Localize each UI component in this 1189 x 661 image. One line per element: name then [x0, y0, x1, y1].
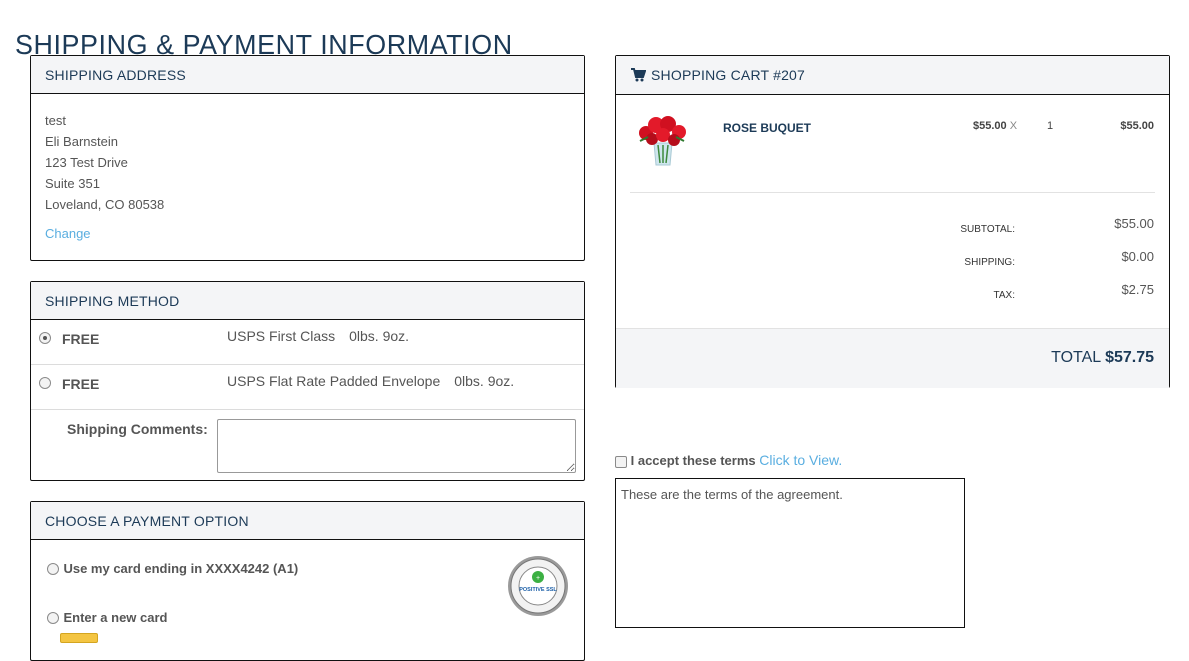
total-label: TOTAL: [1051, 349, 1101, 366]
payment-heading: CHOOSE A PAYMENT OPTION: [31, 502, 584, 540]
shipping-radio-first-class[interactable]: [39, 332, 51, 344]
cart-item-price: $55.00 X: [973, 120, 1017, 132]
cart-item-total: $55.00: [1120, 120, 1154, 132]
shipping-label: SHIPPING:: [964, 257, 1015, 268]
shipping-weight: 0lbs. 9oz.: [349, 328, 410, 344]
shipping-option-price: FREE: [62, 376, 100, 392]
address-line: test: [45, 113, 66, 128]
address-line: Suite 351: [45, 176, 100, 191]
tax-label: TAX:: [993, 290, 1015, 301]
payment-radio-saved-card[interactable]: [47, 562, 59, 575]
shipping-option-first-class[interactable]: FREE USPS First Class 0lbs. 9oz.: [31, 320, 584, 365]
payment-option-new-card[interactable]: Enter a new card: [47, 609, 168, 627]
payment-option-label: Enter a new card: [63, 610, 168, 625]
cart-icon: [631, 68, 646, 82]
shipping-option-price: FREE: [62, 331, 100, 347]
shipping-value: $0.00: [1121, 249, 1154, 264]
shipping-option-desc: USPS Flat Rate Padded Envelope 0lbs. 9oz.: [227, 373, 514, 389]
cart-item-qty: 1: [1047, 120, 1054, 132]
shopping-cart-heading: SHOPPING CART #207: [616, 56, 1169, 95]
change-address-link[interactable]: Change: [45, 226, 91, 241]
shipping-method-panel: SHIPPING METHOD FREE USPS First Class 0lb…: [30, 281, 585, 481]
accept-terms-checkbox[interactable]: [615, 455, 627, 468]
cart-title: SHOPPING CART #207: [651, 67, 806, 83]
accept-terms-row: I accept these terms Click to View.: [615, 452, 842, 468]
shipping-radio-padded-envelope[interactable]: [39, 377, 51, 389]
shipping-comments-row: Shipping Comments:: [31, 410, 584, 480]
view-terms-link[interactable]: Click to View.: [759, 452, 842, 468]
shipping-comments-input[interactable]: [217, 419, 576, 473]
positive-ssl-seal-icon: + POSITIVE SSL: [508, 556, 568, 616]
shipping-method-heading: SHIPPING METHOD: [31, 282, 584, 320]
address-block: test Eli Barnstein 123 Test Drive Suite …: [45, 110, 164, 215]
address-line: 123 Test Drive: [45, 155, 128, 170]
shipping-address-heading: SHIPPING ADDRESS: [31, 56, 584, 94]
accept-terms-label: I accept these terms: [630, 453, 756, 468]
rose-bouquet-image: [639, 116, 686, 166]
subtotal-label: SUBTOTAL:: [960, 224, 1015, 235]
cart-item: ROSE BUQUET $55.00 X 1 $55.00: [630, 95, 1155, 193]
subtotal-value: $55.00: [1114, 216, 1154, 231]
address-line: Eli Barnstein: [45, 134, 118, 149]
payment-radio-new-card[interactable]: [47, 611, 59, 624]
shopping-cart-panel: SHOPPING CART #207 ROSE BUQUET $55.00 X …: [615, 55, 1170, 388]
total-value: $57.75: [1105, 349, 1154, 366]
shipping-option-desc: USPS First Class 0lbs. 9oz.: [227, 328, 409, 344]
cart-item-times: X: [1009, 120, 1018, 132]
seal-text: POSITIVE SSL: [519, 587, 557, 593]
cart-total-row: TOTAL $57.75: [616, 328, 1169, 388]
shipping-option-padded-envelope[interactable]: FREE USPS Flat Rate Padded Envelope 0lbs.…: [31, 365, 584, 410]
terms-text-box[interactable]: These are the terms of the agreement.: [615, 478, 965, 628]
svg-text:+: +: [536, 575, 540, 582]
cart-item-unit-price: $55.00: [973, 120, 1007, 132]
tax-value: $2.75: [1121, 282, 1154, 297]
total-label-and-value: TOTAL $57.75: [1051, 349, 1154, 367]
shipping-comments-label: Shipping Comments:: [67, 421, 208, 437]
shipping-service: USPS Flat Rate Padded Envelope: [227, 373, 441, 389]
shipping-weight: 0lbs. 9oz.: [454, 373, 515, 389]
card-icon: [60, 633, 98, 643]
shipping-service: USPS First Class: [227, 328, 336, 344]
payment-option-saved-card[interactable]: Use my card ending in XXXX4242 (A1): [47, 560, 298, 578]
payment-panel: CHOOSE A PAYMENT OPTION Use my card endi…: [30, 501, 585, 661]
payment-option-label: Use my card ending in XXXX4242 (A1): [63, 561, 299, 576]
address-line: Loveland, CO 80538: [45, 197, 165, 212]
cart-item-name: ROSE BUQUET: [723, 121, 812, 135]
shipping-address-panel: SHIPPING ADDRESS test Eli Barnstein 123 …: [30, 55, 585, 261]
